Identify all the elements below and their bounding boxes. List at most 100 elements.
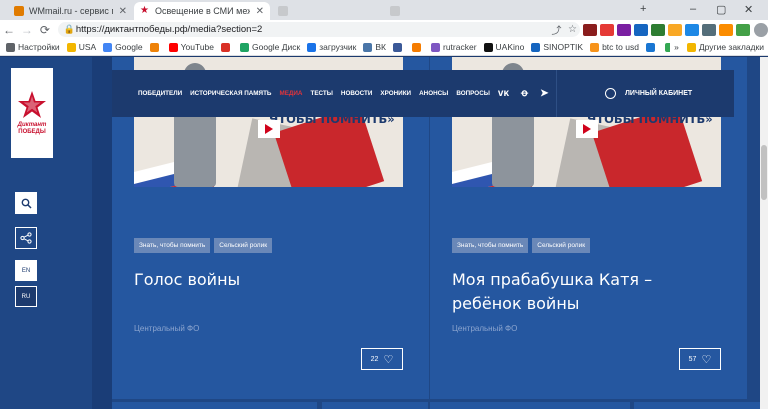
card-title[interactable]: Голос войны <box>134 268 394 292</box>
extension-icon[interactable] <box>719 23 734 36</box>
nav-announcements[interactable]: АНОНСЫ <box>419 90 448 97</box>
nav-tests[interactable]: ТЕСТЫ <box>310 90 332 97</box>
url-text[interactable]: https://диктантпобеды.рф/media?section=2 <box>76 24 549 35</box>
bookmark-item[interactable]: Google <box>103 42 143 52</box>
maximize-button[interactable]: ▢ <box>716 3 726 16</box>
logo-line1: Диктант <box>17 122 47 128</box>
account-link[interactable]: ЛИЧНЫЙ КАБИНЕТ <box>605 70 692 117</box>
like-button[interactable]: 57 ♡ <box>679 348 721 370</box>
lang-en-button[interactable]: EN <box>15 260 37 281</box>
scrollbar-thumb[interactable] <box>761 145 767 200</box>
bookmark-label: Google <box>115 42 143 52</box>
vk-icon[interactable]: ᴠᴋ <box>498 88 509 99</box>
search-icon <box>21 198 32 209</box>
nav-media[interactable]: МЕДИА <box>279 90 302 97</box>
address-bar[interactable]: 🔒 https://диктантпобеды.рф/media?section… <box>57 22 581 37</box>
bookmark-label: UAKino <box>495 42 525 52</box>
nav-news[interactable]: НОВОСТИ <box>341 90 373 97</box>
bookmark-item[interactable]: rutracker <box>431 42 477 52</box>
reload-icon[interactable]: ⟳ <box>36 23 54 37</box>
bookmark-item[interactable]: UAKino <box>483 42 525 52</box>
bookmark-item[interactable] <box>645 42 658 52</box>
red-star-icon <box>18 91 46 118</box>
odnoklassniki-icon[interactable]: ꝋ <box>521 88 528 99</box>
bookmark-item[interactable] <box>412 42 424 52</box>
tab-background[interactable] <box>272 2 382 20</box>
card-tags: Знать, чтобы помнить Сельский ролик <box>134 238 276 253</box>
bookmark-item[interactable]: YouTube <box>168 42 214 52</box>
play-button[interactable] <box>258 120 280 138</box>
extension-icon[interactable] <box>600 23 615 36</box>
bookmark-label: загрузчик <box>319 42 357 52</box>
like-count: 22 <box>370 355 379 363</box>
bookmark-star-icon[interactable]: ☆ <box>564 24 580 35</box>
extension-icon[interactable] <box>583 23 598 36</box>
minimize-button[interactable]: – <box>690 3 696 15</box>
bookmark-item[interactable]: USA <box>66 42 97 52</box>
next-card-edge <box>634 402 760 409</box>
extension-icon[interactable] <box>634 23 649 36</box>
extension-icon[interactable] <box>651 23 666 36</box>
like-button[interactable]: 22 ♡ <box>361 348 403 370</box>
card-tags: Знать, чтобы помнить Сельский ролик <box>452 238 594 253</box>
background-stripe <box>92 57 112 409</box>
tab-background[interactable] <box>384 2 494 20</box>
tag[interactable]: Знать, чтобы помнить <box>134 238 211 253</box>
browser-toolbar: ← → ⟳ 🔒 https://диктантпобеды.рф/media?s… <box>0 20 768 39</box>
bookmark-item[interactable] <box>149 42 162 52</box>
tab-title: WMmail.ru - сервис почтовых ра <box>29 6 113 16</box>
extension-icon[interactable] <box>702 23 717 36</box>
card-title[interactable]: Моя прабабушка Катя – ребёнок войны <box>452 268 712 316</box>
nav-chronicles[interactable]: ХРОНИКИ <box>380 90 411 97</box>
forward-icon[interactable]: → <box>18 23 36 37</box>
site-logo[interactable]: Диктант ПОБЕДЫ <box>11 68 53 158</box>
more-bookmarks-chevron-icon[interactable]: » <box>674 42 679 52</box>
bookmark-label: YouTube <box>180 42 214 52</box>
new-tab-button[interactable]: + <box>640 3 646 15</box>
profile-avatar[interactable] <box>754 22 768 37</box>
extension-icon[interactable] <box>736 23 751 36</box>
tab-active[interactable]: ★ Освещение в СМИ международ ✕ <box>134 2 270 20</box>
close-icon[interactable]: ✕ <box>119 6 127 17</box>
bookmark-item[interactable]: Настройки <box>6 42 60 52</box>
tag[interactable]: Сельский ролик <box>214 238 273 253</box>
other-bookmarks[interactable]: » Другие закладки <box>670 42 764 52</box>
page-viewport: Диктант ПОБЕДЫ EN RU ЧТОБЫ ПОМНИТЬ» Знат… <box>0 57 768 409</box>
lang-ru-button[interactable]: RU <box>15 286 37 307</box>
search-button[interactable] <box>15 192 37 214</box>
tab-wmmail[interactable]: WMmail.ru - сервис почтовых ра ✕ <box>8 2 133 20</box>
bookmark-item[interactable]: загрузчик <box>307 42 356 52</box>
tag[interactable]: Сельский ролик <box>532 238 591 253</box>
bookmark-item[interactable] <box>393 42 405 52</box>
logo-text: Диктант ПОБЕДЫ <box>18 122 47 136</box>
next-card-edge <box>322 402 428 409</box>
header-divider <box>556 70 557 117</box>
bookmark-label: ВК <box>375 42 386 52</box>
bookmark-item[interactable]: btc to usd <box>590 42 639 52</box>
nav-questions[interactable]: ВОПРОСЫ <box>456 90 490 97</box>
extension-icon[interactable] <box>685 23 700 36</box>
back-icon[interactable]: ← <box>0 23 18 37</box>
extension-icon[interactable] <box>668 23 683 36</box>
page-scrollbar[interactable] <box>760 57 768 409</box>
close-window-button[interactable]: ✕ <box>744 3 753 16</box>
telegram-icon[interactable]: ➤ <box>540 88 548 99</box>
share-icon[interactable]: ⤴ <box>548 22 564 37</box>
bookmark-label: USA <box>78 42 97 52</box>
google-icon <box>103 42 113 52</box>
play-button[interactable] <box>576 120 598 138</box>
nav-historical-memory[interactable]: ИСТОРИЧЕСКАЯ ПАМЯТЬ <box>190 90 271 97</box>
bookmark-item[interactable]: ВК <box>363 42 386 52</box>
gear-icon <box>6 42 15 52</box>
bookmark-item[interactable]: SINOPTIK <box>531 42 583 52</box>
bookmark-item[interactable]: Google Диск <box>240 42 300 52</box>
card-region: Центральный ФО <box>452 324 518 333</box>
nav-winners[interactable]: ПОБЕДИТЕЛИ <box>138 90 182 97</box>
tag[interactable]: Знать, чтобы помнить <box>452 238 529 253</box>
heart-icon: ♡ <box>701 353 712 366</box>
extension-icon[interactable] <box>617 23 632 36</box>
like-count: 57 <box>688 355 697 363</box>
close-icon[interactable]: ✕ <box>256 6 264 17</box>
share-button[interactable] <box>15 227 37 249</box>
bookmark-item[interactable] <box>221 42 233 52</box>
